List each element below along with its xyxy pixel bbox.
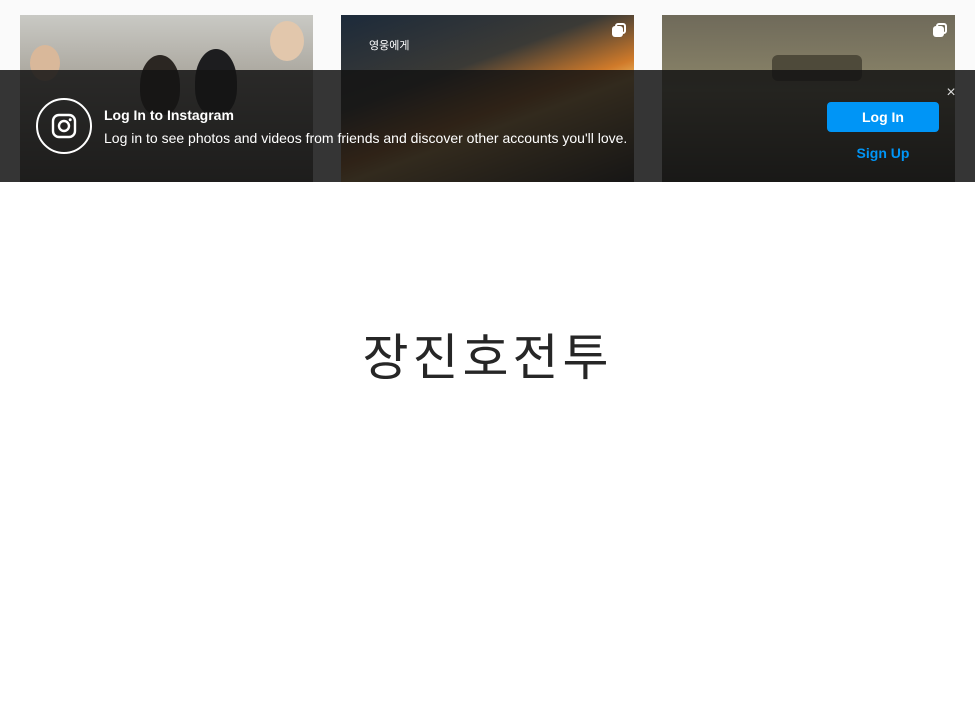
login-banner: Log In to Instagram Log in to see photos…: [0, 70, 975, 182]
page-headline: 장진호전투: [362, 329, 613, 387]
carousel-icon: [933, 23, 947, 37]
thumbnail-face: [270, 21, 304, 61]
sign-up-link[interactable]: Sign Up: [827, 145, 939, 161]
close-icon[interactable]: ×: [944, 85, 958, 101]
thumbnail-overlay-text: 영웅에게: [369, 39, 410, 52]
banner-subtitle: Log in to see photos and videos from fri…: [104, 130, 628, 146]
log-in-button[interactable]: Log In: [827, 102, 939, 132]
banner-title: Log In to Instagram: [104, 107, 234, 123]
carousel-icon: [612, 23, 626, 37]
instagram-logo-icon: [36, 98, 92, 154]
